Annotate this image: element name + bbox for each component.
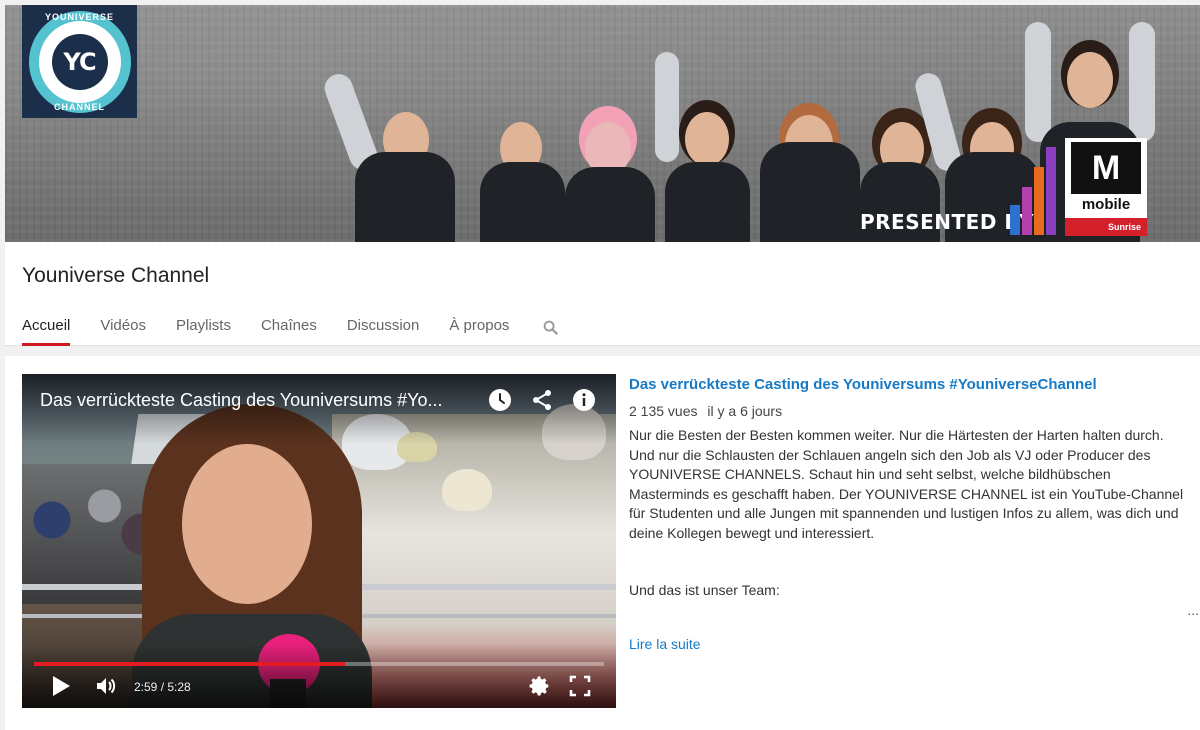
player-controls: 2:59 / 5:28 [22,644,616,708]
more-ellipsis: ... [1187,602,1199,618]
logo-ring: YOUNIVERSE YC CHANNEL [28,10,131,113]
banner-person [320,70,465,242]
player-video-title[interactable]: Das verrückteste Casting des Youniversum… [40,390,470,411]
channel-title: Youniverse Channel [22,264,210,287]
logo-top-text: YOUNIVERSE [44,11,114,22]
progress-bar[interactable] [34,662,604,666]
read-more-link[interactable]: Lire la suite [629,636,701,652]
channel-tabs: Accueil Vidéos Playlists Chaînes Discuss… [22,308,559,346]
progress-bar-fill [34,662,346,666]
sponsor-brand-mark: M [1071,142,1141,194]
video-scene-person-face [182,444,312,604]
video-scene-helmet [442,469,492,511]
banner-person [755,67,865,242]
duration: 5:28 [167,680,191,694]
tab-chaines[interactable]: Chaînes [261,308,317,346]
featured-video-section: Das verrückteste Casting des Youniversum… [5,356,1200,730]
tab-a-propos[interactable]: À propos [449,308,509,346]
info-icon[interactable] [572,388,596,412]
upload-age: il y a 6 jours [707,403,783,419]
tab-discussion[interactable]: Discussion [347,308,420,346]
video-description-continued: Und das ist unser Team: [629,582,780,598]
share-icon[interactable] [530,388,554,412]
video-title-link[interactable]: Das verrückteste Casting des Youniversum… [629,374,1199,396]
sponsor-logo[interactable]: M mobile Sunrise [1065,138,1147,236]
player-top-actions [488,388,596,412]
video-description: Nur die Besten der Besten kommen weiter.… [629,427,1184,541]
tab-playlists[interactable]: Playlists [176,308,231,346]
logo-initials: YC [51,33,108,90]
banner-person [655,52,755,242]
banner-person [475,92,565,242]
channel-search-icon[interactable] [543,308,559,346]
watch-later-icon[interactable] [488,388,512,412]
sponsor-partner: Sunrise [1065,218,1147,236]
fullscreen-icon[interactable] [567,674,593,698]
play-icon[interactable] [48,674,74,698]
time-display: 2:59 / 5:28 [134,680,191,694]
banner-person [555,102,665,242]
presented-by-label: PRESENTED BY [860,210,1035,234]
tab-videos[interactable]: Vidéos [100,308,146,346]
settings-gear-icon[interactable] [527,674,553,698]
volume-icon[interactable] [94,674,120,698]
video-player[interactable]: Das verrückteste Casting des Youniversum… [22,374,616,708]
sponsor-color-bars [1010,145,1070,235]
video-meta: 2 135 vues il y a 6 jours [629,402,1199,420]
channel-logo[interactable]: YOUNIVERSE YC CHANNEL [22,5,137,118]
current-time: 2:59 [134,680,158,694]
channel-header: Youniverse Channel Accueil Vidéos Playli… [5,242,1200,346]
tab-accueil[interactable]: Accueil [22,308,71,346]
view-count: 2 135 vues [629,403,698,419]
video-info: Das verrückteste Casting des Youniversum… [629,374,1199,652]
sponsor-word: mobile [1081,196,1131,213]
logo-bottom-text: CHANNEL [54,101,105,112]
channel-banner: YOUNIVERSE YC CHANNEL PRESENTED BY M mob… [5,5,1200,242]
